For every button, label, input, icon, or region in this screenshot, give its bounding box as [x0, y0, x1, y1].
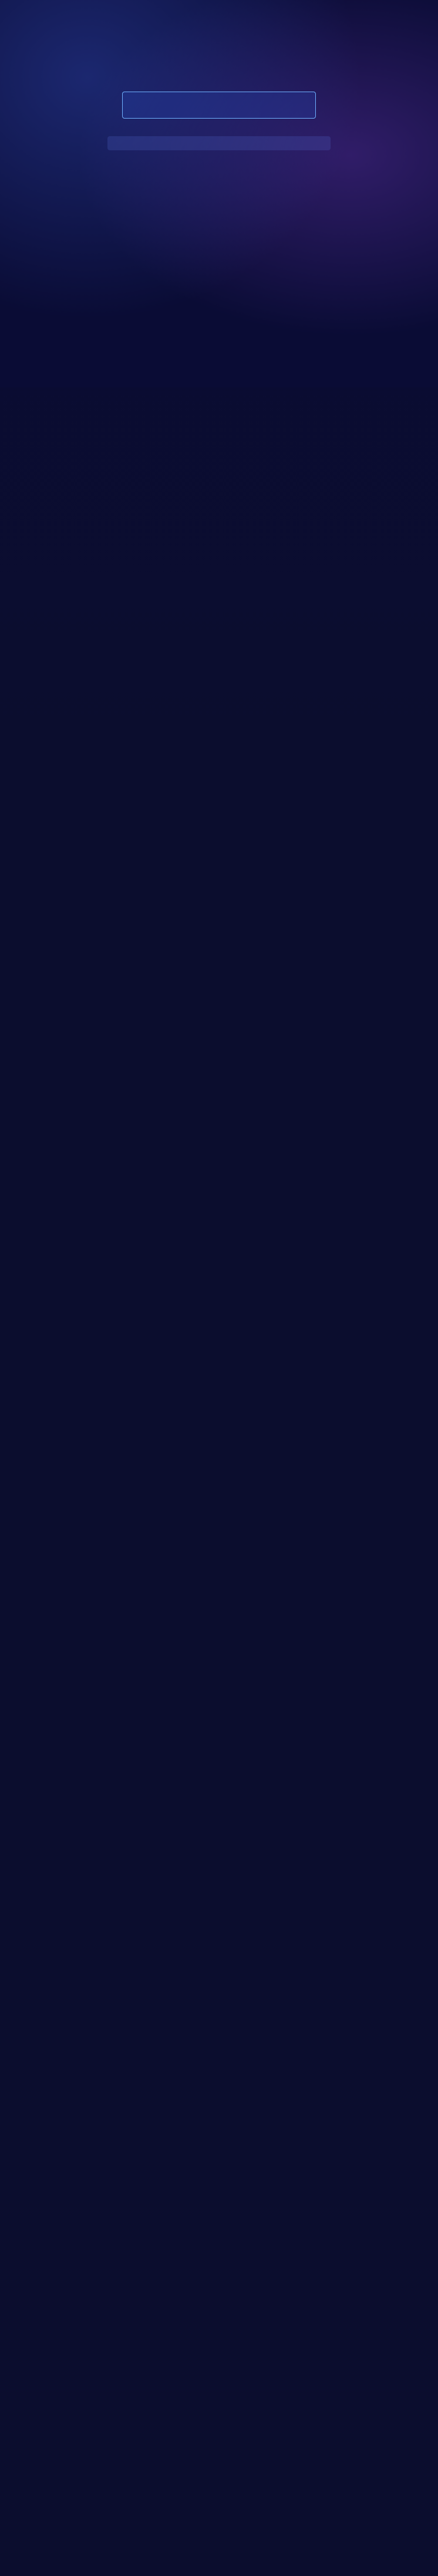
conference-logo — [0, 0, 438, 76]
header — [0, 0, 438, 387]
page — [0, 0, 438, 2576]
date-block — [107, 136, 331, 150]
sponsor-section — [0, 387, 438, 423]
forum-title — [122, 92, 316, 119]
